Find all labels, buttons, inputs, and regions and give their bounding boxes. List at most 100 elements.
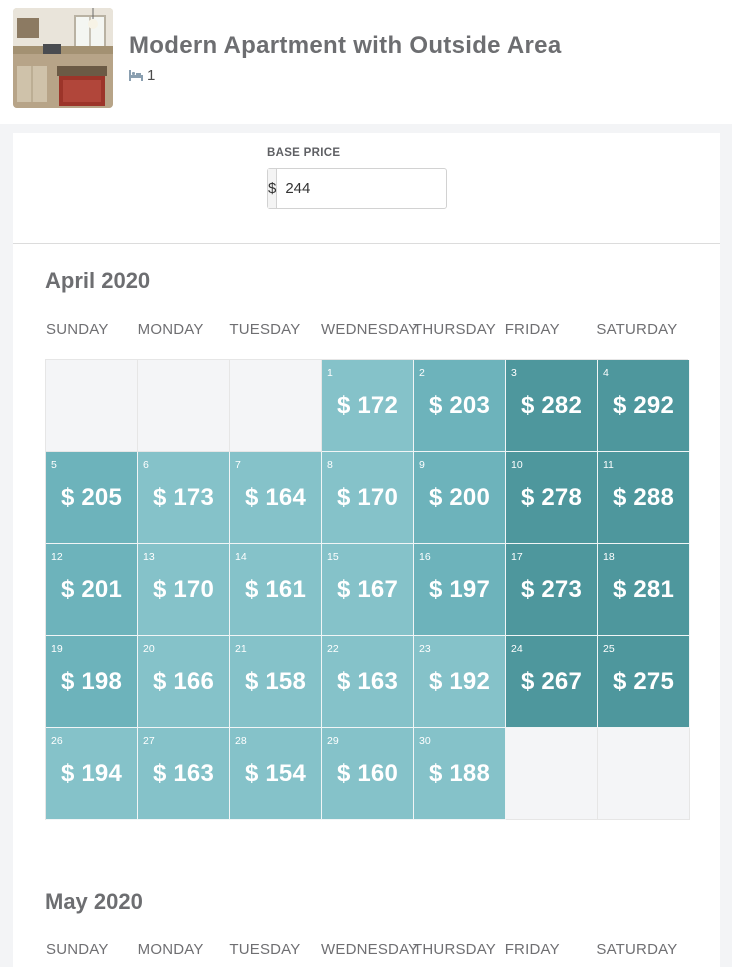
calendar-day-cell[interactable]: 12 $ 201 xyxy=(46,544,138,636)
weekday-label: WEDNESDAY xyxy=(321,321,419,338)
day-number: 14 xyxy=(235,551,247,563)
day-number: 25 xyxy=(603,643,615,655)
calendar-day-cell[interactable]: 15 $ 167 xyxy=(322,544,414,636)
day-price: $ 192 xyxy=(428,668,491,695)
day-number: 11 xyxy=(603,459,614,471)
day-price: $ 282 xyxy=(520,392,583,419)
weekday-header-april: SUNDAY MONDAY TUESDAY WEDNESDAY THURSDAY… xyxy=(46,321,688,338)
calendar-day-cell[interactable]: 2 $ 203 xyxy=(414,360,506,452)
day-number: 29 xyxy=(327,735,339,747)
calendar-day-cell[interactable]: 22 $ 163 xyxy=(322,636,414,728)
weekday-label: WEDNESDAY xyxy=(321,941,419,958)
calendar-day-cell[interactable]: 16 $ 197 xyxy=(414,544,506,636)
calendar-day-cell[interactable]: 3 $ 282 xyxy=(506,360,598,452)
day-number: 10 xyxy=(511,459,523,471)
calendar-day-cell[interactable]: 25 $ 275 xyxy=(598,636,690,728)
day-number: 12 xyxy=(51,551,63,563)
calendar-empty-cell xyxy=(598,728,690,820)
day-price: $ 160 xyxy=(336,760,399,787)
calendar-day-cell[interactable]: 17 $ 273 xyxy=(506,544,598,636)
weekday-label: TUESDAY xyxy=(229,941,301,958)
day-number: 28 xyxy=(235,735,247,747)
calendar-day-cell[interactable]: 30 $ 188 xyxy=(414,728,506,820)
calendar-day-cell[interactable]: 19 $ 198 xyxy=(46,636,138,728)
calendar-empty-cell xyxy=(230,360,322,452)
calendar-day-cell[interactable]: 13 $ 170 xyxy=(138,544,230,636)
calendar-day-cell[interactable]: 6 $ 173 xyxy=(138,452,230,544)
listing-thumbnail[interactable] xyxy=(13,8,113,108)
day-price: $ 203 xyxy=(428,392,491,419)
calendar-day-cell[interactable]: 11 $ 288 xyxy=(598,452,690,544)
day-price: $ 170 xyxy=(152,576,215,603)
listing-title: Modern Apartment with Outside Area xyxy=(129,32,562,59)
day-price: $ 278 xyxy=(520,484,583,511)
day-price: $ 201 xyxy=(60,576,123,603)
month-title-april: April 2020 xyxy=(45,268,151,293)
weekday-label: FRIDAY xyxy=(504,941,560,958)
day-price: $ 198 xyxy=(60,668,123,695)
day-price: $ 172 xyxy=(336,392,399,419)
weekday-label: FRIDAY xyxy=(504,321,560,338)
day-number: 16 xyxy=(419,551,431,563)
day-price: $ 281 xyxy=(612,576,675,603)
day-number: 19 xyxy=(51,643,63,655)
day-number: 7 xyxy=(235,459,241,471)
calendar-grid-april: 1 $ 172 2 $ 203 3 $ 282 4 $ 292 5 $ 205 6 $ 173 7 $ 1… xyxy=(45,359,690,820)
day-price: $ 161 xyxy=(244,576,307,603)
calendar-day-cell[interactable]: 1 $ 172 xyxy=(322,360,414,452)
day-price: $ 188 xyxy=(428,760,491,787)
weekday-label: MONDAY xyxy=(137,941,204,958)
day-price: $ 154 xyxy=(244,760,307,787)
weekday-label: SUNDAY xyxy=(46,321,109,338)
weekday-label: THURSDAY xyxy=(413,941,497,958)
weekday-label: SATURDAY xyxy=(596,321,678,338)
day-number: 30 xyxy=(419,735,431,747)
calendar-day-cell[interactable]: 20 $ 166 xyxy=(138,636,230,728)
day-number: 22 xyxy=(327,643,339,655)
calendar-day-cell[interactable]: 28 $ 154 xyxy=(230,728,322,820)
day-price: $ 164 xyxy=(244,484,307,511)
base-price-input[interactable] xyxy=(277,169,485,208)
day-number: 2 xyxy=(419,367,425,379)
kitchen-photo-image xyxy=(13,8,113,108)
day-number: 26 xyxy=(51,735,63,747)
calendar-day-cell[interactable]: 4 $ 292 xyxy=(598,360,690,452)
calendar-day-cell[interactable]: 24 $ 267 xyxy=(506,636,598,728)
day-number: 1 xyxy=(327,367,333,379)
month-title-may: May 2020 xyxy=(45,889,143,914)
listing-header: Modern Apartment with Outside Area 1 xyxy=(0,0,732,124)
calendar-day-cell[interactable]: 26 $ 194 xyxy=(46,728,138,820)
weekday-header-may: SUNDAY MONDAY TUESDAY WEDNESDAY THURSDAY… xyxy=(46,941,688,958)
bed-icon xyxy=(129,69,143,81)
day-number: 23 xyxy=(419,643,431,655)
calendar-day-cell[interactable]: 8 $ 170 xyxy=(322,452,414,544)
day-number: 9 xyxy=(419,459,425,471)
calendar-day-cell[interactable]: 18 $ 281 xyxy=(598,544,690,636)
day-price: $ 170 xyxy=(336,484,399,511)
calendar-day-cell[interactable]: 14 $ 161 xyxy=(230,544,322,636)
day-number: 6 xyxy=(143,459,149,471)
calendar-day-cell[interactable]: 10 $ 278 xyxy=(506,452,598,544)
base-price-field[interactable]: $ xyxy=(267,168,485,209)
calendar-day-cell[interactable]: 7 $ 164 xyxy=(230,452,322,544)
day-number: 13 xyxy=(143,551,155,563)
day-number: 8 xyxy=(327,459,333,471)
day-price: $ 275 xyxy=(612,668,675,695)
day-price: $ 173 xyxy=(152,484,215,511)
bed-info: 1 xyxy=(129,66,155,84)
calendar-day-cell[interactable]: 27 $ 163 xyxy=(138,728,230,820)
calendar-day-cell[interactable]: 29 $ 160 xyxy=(322,728,414,820)
calendar-day-cell[interactable]: 9 $ 200 xyxy=(414,452,506,544)
weekday-label: TUESDAY xyxy=(229,321,301,338)
day-price: $ 292 xyxy=(612,392,675,419)
calendar-day-cell[interactable]: 5 $ 205 xyxy=(46,452,138,544)
day-number: 3 xyxy=(511,367,517,379)
calendar-day-cell[interactable]: 23 $ 192 xyxy=(414,636,506,728)
bed-count: 1 xyxy=(147,66,156,84)
calendar-day-cell[interactable]: 21 $ 158 xyxy=(230,636,322,728)
pricing-card: BASE PRICE $ April 2020 SUNDAY MONDAY TU… xyxy=(13,133,720,967)
day-price: $ 166 xyxy=(152,668,215,695)
day-number: 4 xyxy=(603,367,609,379)
weekday-label: THURSDAY xyxy=(413,321,497,338)
base-price-label: BASE PRICE xyxy=(267,147,341,159)
